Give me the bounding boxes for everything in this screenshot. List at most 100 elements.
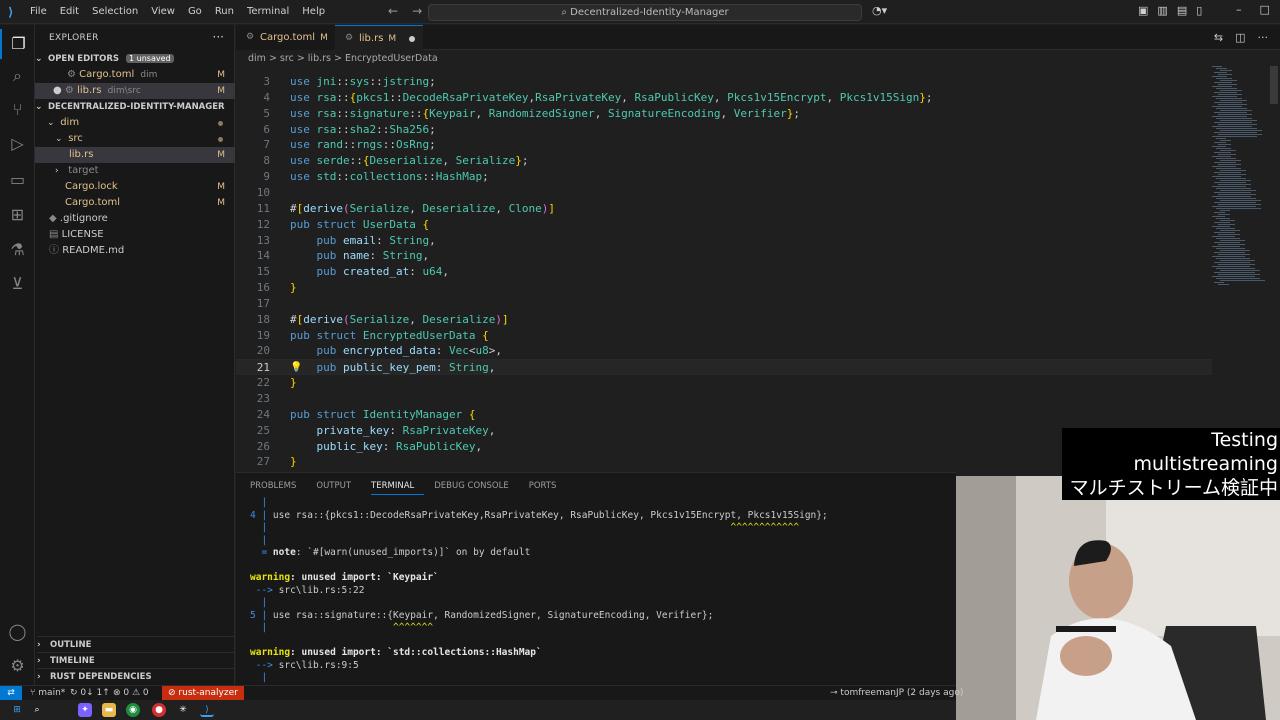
code-line[interactable]: 16} [236,280,1212,296]
copilot-icon[interactable]: ◔▾ [872,4,887,17]
menu-help[interactable]: Help [302,6,325,17]
minimize-icon[interactable]: – [1236,3,1242,16]
more-actions-icon[interactable]: ··· [1258,31,1269,44]
branch-icon: ⑂ [30,688,36,698]
vscode-taskbar-icon[interactable]: ⟩ [200,703,214,717]
menu-go[interactable]: Go [188,6,202,17]
breadcrumb[interactable]: dim > src > lib.rs > EncryptedUserData [236,51,438,66]
tab-output[interactable]: OUTPUT [316,477,361,495]
minimap[interactable] [1212,66,1268,286]
code-line[interactable]: 20 pub encrypted_data: Vec<u8>, [236,343,1212,359]
code-line[interactable]: 17 [236,296,1212,312]
settings-gear-icon[interactable]: ⚙ [0,651,35,681]
editor-scrollbar[interactable] [1270,66,1278,104]
search-icon[interactable]: ⌕ [30,703,44,717]
outline-section[interactable]: › OUTLINE [37,636,235,652]
tab-lib-rs[interactable]: ⚙ lib.rs M [335,25,423,50]
testing-icon[interactable]: ⚗ [0,235,35,265]
code-line[interactable]: 4 use rsa::{pkcs1::DecodeRsaPrivateKey,Rs… [236,90,1212,106]
explorer-icon[interactable]: ❐ [0,29,35,59]
copilot-app-icon[interactable]: ✦ [78,703,92,717]
code-line[interactable]: 11 #[derive(Serialize, Deserialize, Clone… [236,201,1212,217]
menu-edit[interactable]: Edit [60,6,79,17]
project-header[interactable]: ⌄ DECENTRALIZED-IDENTITY-MANAGER [35,99,235,115]
tree-file-cargo-lock[interactable]: Cargo.lock M [35,179,235,195]
code-line[interactable]: 19 pub struct EncryptedUserData { [236,328,1212,344]
code-line[interactable]: 21 pub public_key_pem: String, 💡 [236,359,1212,376]
run-debug-icon[interactable]: ▷ [0,129,35,159]
code-line[interactable]: 3 use jni::sys::jstring; [236,74,1212,90]
code-line[interactable]: 5 use rsa::signature::{Keypair, Randomize… [236,106,1212,122]
tab-problems[interactable]: PROBLEMS [250,477,306,495]
tab-ports[interactable]: PORTS [529,477,567,495]
tab-terminal[interactable]: TERMINAL [371,477,425,495]
github-actions-icon[interactable]: ⊻ [0,269,35,299]
terminal-output[interactable]: | 4 | use rsa::{pkcs1::DecodeRsaPrivateKe… [250,497,950,687]
file-explorer-icon[interactable]: ▬ [102,703,116,717]
rust-analyzer-status[interactable]: ⊘ rust-analyzer [162,686,244,701]
tree-file-gitignore[interactable]: ◆ .gitignore [35,211,235,227]
forward-arrow-icon[interactable]: → [412,4,422,18]
split-editor-icon[interactable]: ◫ [1235,31,1245,44]
code-line[interactable]: 6 use rsa::sha2::Sha256; [236,122,1212,138]
open-editor-item-cargo-toml[interactable]: ⚙ Cargo.toml dim M [35,67,235,83]
code-line[interactable]: 10 [236,185,1212,201]
code-line[interactable]: 14 pub name: String, [236,248,1212,264]
problems-counter[interactable]: ⊗ 0 ⚠ 0 [113,686,149,701]
git-branch-item[interactable]: ⑂ main* [30,686,65,701]
menu-run[interactable]: Run [215,6,234,17]
timeline-section[interactable]: › TIMELINE [37,652,235,668]
command-center-search[interactable]: ⌕ Decentralized-Identity-Manager [428,4,862,21]
pinned-app-icon[interactable]: ✳ [176,703,190,717]
tree-file-cargo-toml[interactable]: Cargo.toml M [35,195,235,211]
code-line[interactable]: 12 pub struct UserData { [236,217,1212,233]
code-line[interactable]: 18 #[derive(Serialize, Deserialize)] [236,312,1212,328]
open-editors-header[interactable]: ⌄ OPEN EDITORS 1 unsaved [35,51,235,67]
code-line[interactable]: 13 pub email: String, [236,233,1212,249]
tree-file-lib-rs[interactable]: lib.rs M [35,147,235,163]
menu-view[interactable]: View [151,6,175,17]
maximize-icon[interactable]: □ [1260,3,1270,16]
code-editor[interactable]: 3 use jni::sys::jstring; 4 use rsa::{pkcs1:… [236,66,1212,471]
code-line[interactable]: 23 [236,391,1212,407]
tree-file-readme[interactable]: ⓘ README.md [35,243,235,259]
rust-dependencies-section[interactable]: › RUST DEPENDENCIES [37,668,235,684]
tab-cargo-toml[interactable]: ⚙ Cargo.toml M [236,25,334,50]
menu-selection[interactable]: Selection [92,6,138,17]
toggle-panel-icon[interactable]: ▤ [1177,4,1187,17]
toggle-sidebar-icon[interactable]: ▥ [1157,4,1167,17]
search-icon[interactable]: ⌕ [0,61,35,91]
obs-icon[interactable]: ● [152,703,166,717]
unsaved-dot-icon[interactable]: ● [53,85,62,96]
code-line[interactable]: 24 pub struct IdentityManager { [236,407,1212,423]
layout-customize-icon[interactable]: ▣ [1138,4,1148,17]
remote-indicator-icon[interactable]: ⇄ [0,686,22,701]
code-line[interactable]: 22} [236,375,1212,391]
menu-terminal[interactable]: Terminal [247,6,289,17]
account-icon[interactable]: ◯ [0,617,35,647]
code-line[interactable]: 15 pub created_at: u64, [236,264,1212,280]
tab-debug-console[interactable]: DEBUG CONSOLE [434,477,518,495]
toggle-secondary-sidebar-icon[interactable]: ▯ [1196,4,1202,17]
menu-file[interactable]: File [30,6,47,17]
extensions-icon[interactable]: ⊞ [0,200,35,230]
more-actions-icon[interactable]: ··· [213,30,224,44]
windows-start-icon[interactable]: ⊞ [10,703,24,717]
tree-folder-target[interactable]: › target [35,163,235,179]
remote-explorer-icon[interactable]: ▭ [0,165,35,195]
compare-changes-icon[interactable]: ⇆ [1214,31,1223,44]
open-editor-item-lib-rs[interactable]: ● ⚙ lib.rs dim\src M [35,83,235,99]
code-line[interactable]: 7 use rand::rngs::OsRng; [236,137,1212,153]
back-arrow-icon[interactable]: ← [388,4,398,18]
unsaved-dot-icon[interactable] [409,36,415,42]
tree-file-license[interactable]: ▤ LICENSE [35,227,235,243]
code-line[interactable]: 9 use std::collections::HashMap; [236,169,1212,185]
sync-status[interactable]: ↻ 0↓ 1↑ [70,686,110,701]
lightbulb-icon[interactable]: 💡 [290,362,302,373]
code-line[interactable]: 8 use serde::{Deserialize, Serialize}; [236,153,1212,169]
tree-folder-dim[interactable]: ⌄ dim [35,115,235,131]
source-control-icon[interactable]: ⑂ [0,95,35,125]
git-blame-item[interactable]: ⊸ tomfreemanJP (2 days ago) [830,686,963,701]
chrome-icon[interactable]: ◉ [126,703,140,717]
tree-folder-src[interactable]: ⌄ src [35,131,235,147]
